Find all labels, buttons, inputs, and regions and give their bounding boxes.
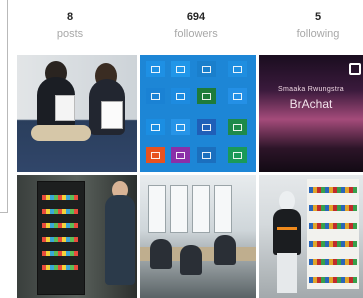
student bbox=[214, 235, 236, 265]
posts-label: posts bbox=[56, 28, 84, 40]
app-icon bbox=[171, 147, 190, 163]
app-icon bbox=[171, 119, 190, 135]
app-icon bbox=[146, 61, 165, 77]
person-body bbox=[105, 195, 135, 285]
post-tile-office-apps[interactable] bbox=[140, 55, 256, 172]
following-label: following bbox=[296, 28, 340, 40]
video-icon bbox=[349, 63, 361, 75]
app-icon bbox=[228, 88, 247, 104]
student bbox=[180, 245, 202, 275]
post-grid: Smaaka Rwungstra BrAchat bbox=[17, 55, 363, 298]
window bbox=[170, 185, 188, 233]
app-icon bbox=[146, 88, 165, 104]
paper-sheet bbox=[101, 101, 123, 129]
paper-sheet bbox=[55, 95, 75, 121]
app-icon bbox=[228, 61, 247, 77]
mannequin-legs bbox=[277, 253, 297, 293]
app-icon bbox=[228, 147, 247, 163]
posts-stat[interactable]: 8 posts bbox=[10, 10, 130, 41]
window bbox=[214, 185, 232, 233]
posts-count: 8 bbox=[66, 11, 74, 23]
mannequin-body bbox=[273, 209, 301, 255]
post-tile-classroom[interactable] bbox=[140, 175, 256, 298]
post-tile-students[interactable] bbox=[17, 55, 137, 172]
following-stat[interactable]: 5 following bbox=[258, 10, 363, 41]
app-icon bbox=[197, 61, 216, 77]
student bbox=[150, 239, 172, 269]
app-icon bbox=[197, 88, 216, 104]
followers-label: followers bbox=[174, 28, 218, 40]
window bbox=[148, 185, 166, 233]
app-icon bbox=[146, 119, 165, 135]
post-tile-video[interactable]: Smaaka Rwungstra BrAchat bbox=[259, 55, 363, 172]
mannequin-head bbox=[279, 191, 295, 211]
app-icon bbox=[171, 61, 190, 77]
app-icon bbox=[171, 88, 190, 104]
profile-stats: 8 posts 694 followers 5 following bbox=[10, 10, 363, 50]
app-icon bbox=[197, 147, 216, 163]
app-icon bbox=[146, 147, 165, 163]
following-count: 5 bbox=[314, 11, 322, 23]
post-tile-mannequin[interactable] bbox=[259, 175, 363, 298]
followers-stat[interactable]: 694 followers bbox=[136, 10, 256, 41]
video-caption-line2: BrAchat bbox=[289, 97, 333, 111]
left-panel-edge bbox=[0, 0, 8, 213]
app-icon bbox=[197, 119, 216, 135]
person-legs bbox=[31, 125, 91, 141]
video-caption-line1: Smaaka Rwungstra bbox=[278, 86, 344, 93]
product-shelves bbox=[307, 179, 359, 289]
post-tile-vending-machine[interactable] bbox=[17, 175, 137, 298]
followers-count: 694 bbox=[186, 11, 206, 23]
window bbox=[192, 185, 210, 233]
app-icon bbox=[228, 119, 247, 135]
